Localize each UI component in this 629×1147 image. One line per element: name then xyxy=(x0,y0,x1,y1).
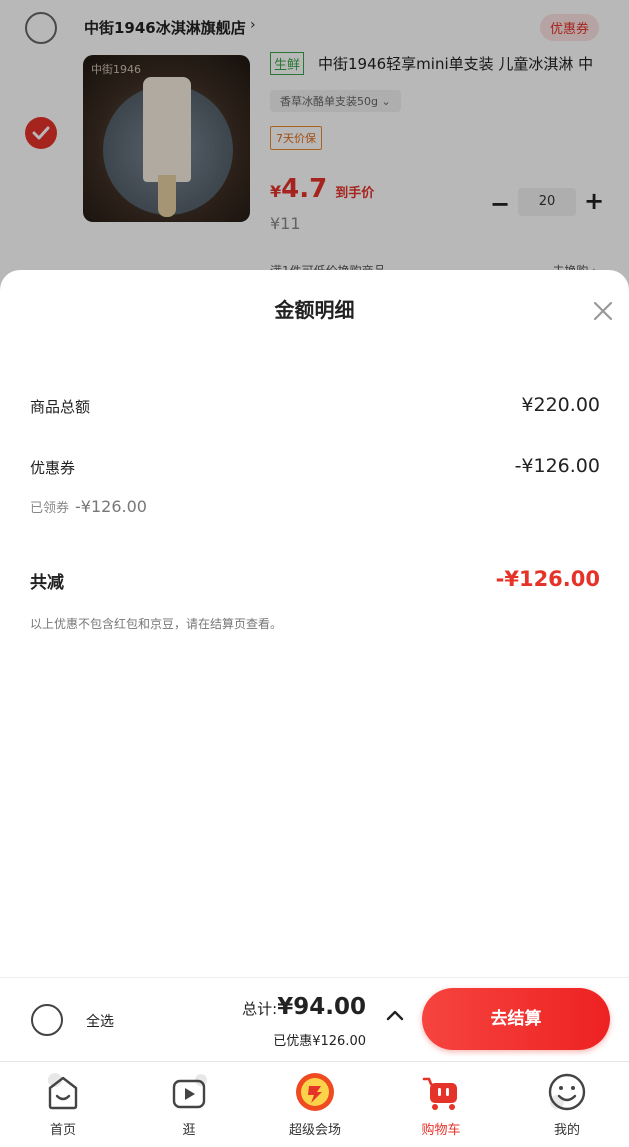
bottom-tab-bar: 首页 逛 超级会场 购物车 我的 xyxy=(0,1061,629,1147)
coupon-amount: -¥126.00 xyxy=(514,455,600,477)
home-icon xyxy=(48,1073,78,1110)
close-icon[interactable] xyxy=(592,300,614,322)
overlay-mask[interactable] xyxy=(0,0,629,290)
sheet-title: 金额明细 xyxy=(274,298,355,322)
tab-home[interactable]: 首页 xyxy=(0,1062,126,1147)
tab-browse-label: 逛 xyxy=(182,1123,196,1138)
tab-super-venue-label: 超级会场 xyxy=(288,1123,341,1138)
video-icon xyxy=(172,1074,207,1109)
select-all-checkbox[interactable] xyxy=(31,1004,63,1036)
super-venue-icon xyxy=(296,1073,334,1111)
goods-total-label: 商品总额 xyxy=(30,398,91,416)
tab-cart-label: 购物车 xyxy=(421,1123,461,1138)
coupon-label: 优惠券 xyxy=(30,459,76,477)
saved-amount: 已优惠¥126.00 xyxy=(273,1034,366,1049)
select-all-label[interactable]: 全选 xyxy=(86,1011,114,1031)
tab-super-venue[interactable]: 超级会场 xyxy=(252,1062,378,1147)
total-line: 总计:¥94.00 xyxy=(242,994,366,1020)
claimed-coupon-label: 已领券 xyxy=(30,501,70,516)
claimed-coupon-amount: -¥126.00 xyxy=(75,497,147,516)
cart-icon xyxy=(422,1077,457,1110)
tab-profile-label: 我的 xyxy=(553,1123,580,1138)
tab-cart[interactable]: 购物车 xyxy=(378,1062,504,1147)
total-discount-label: 共减 xyxy=(30,573,64,593)
profile-icon xyxy=(548,1073,586,1111)
checkout-button[interactable]: 去结算 xyxy=(422,988,610,1050)
tab-home-label: 首页 xyxy=(49,1123,76,1138)
chevron-up-icon[interactable] xyxy=(385,1008,405,1022)
checkout-bar: 全选 总计:¥94.00 已优惠¥126.00 去结算 xyxy=(0,977,629,1061)
tab-browse[interactable]: 逛 xyxy=(126,1062,252,1147)
total-discount-amount: -¥126.00 xyxy=(495,567,600,591)
claimed-coupon-row: 已领券 -¥126.00 xyxy=(30,497,147,516)
goods-total-amount: ¥220.00 xyxy=(521,394,600,416)
total-amount: ¥94.00 xyxy=(277,994,366,1020)
tab-profile[interactable]: 我的 xyxy=(504,1062,629,1147)
total-prefix: 总计: xyxy=(242,1000,278,1018)
discount-note: 以上优惠不包含红包和京豆，请在结算页查看。 xyxy=(30,617,283,631)
